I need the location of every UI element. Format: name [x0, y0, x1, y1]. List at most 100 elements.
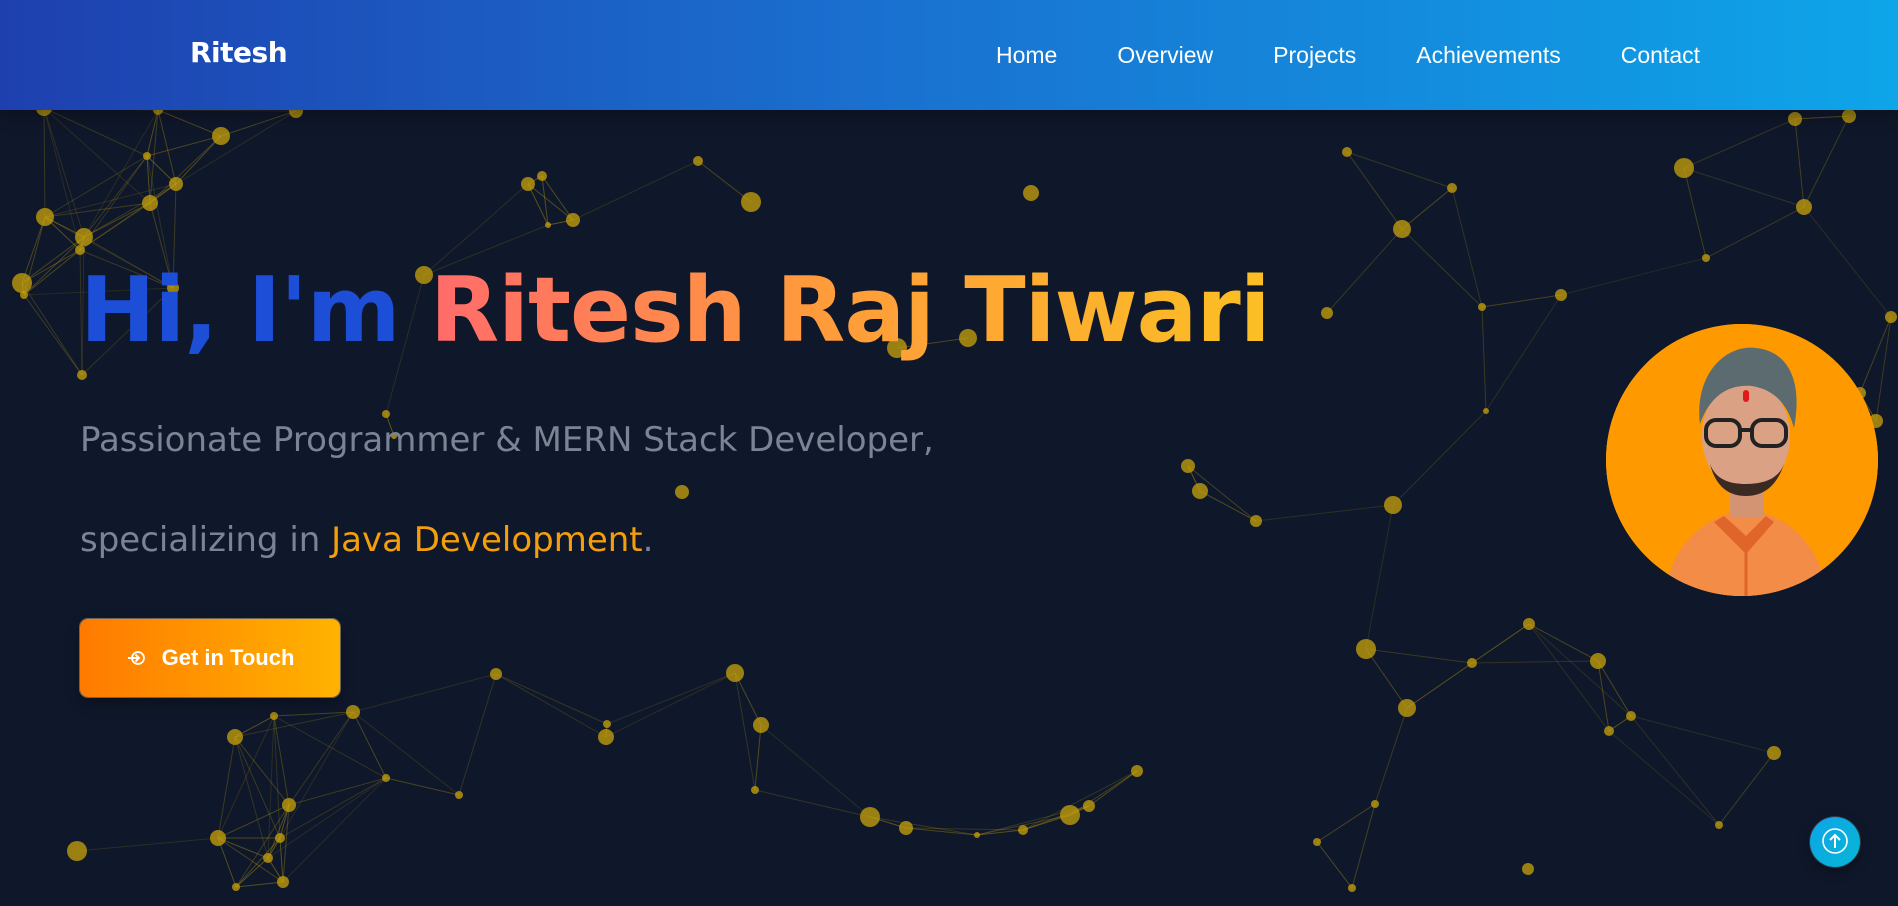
network-edge — [1069, 770, 1138, 816]
network-node — [1131, 765, 1143, 777]
network-edge — [1451, 187, 1483, 308]
network-edge — [1346, 151, 1403, 230]
network-node — [1767, 746, 1781, 760]
network-edge — [83, 155, 148, 238]
network-node — [1555, 289, 1567, 301]
network-edge — [1316, 841, 1353, 889]
network-node — [77, 370, 87, 380]
nav-link-overview[interactable]: Overview — [1117, 42, 1213, 69]
network-node — [1590, 653, 1606, 669]
network-edge — [1683, 167, 1805, 208]
network-edge — [76, 837, 219, 852]
network-edge — [1705, 206, 1805, 259]
network-edge — [1471, 660, 1599, 664]
network-node — [382, 774, 390, 782]
hero-tagline-line2: specializing in Java Development. — [80, 520, 653, 560]
nav-links: Home Overview Projects Achievements Cont… — [996, 0, 1700, 110]
network-edge — [1608, 730, 1720, 826]
network-edge — [1401, 187, 1453, 230]
nav-link-projects[interactable]: Projects — [1273, 42, 1356, 69]
network-node — [537, 171, 547, 181]
network-node — [490, 668, 502, 680]
nav-link-achievements[interactable]: Achievements — [1416, 42, 1560, 69]
network-node — [1702, 254, 1710, 262]
network-edge — [1365, 648, 1408, 709]
network-edge — [1326, 228, 1403, 314]
network-edge — [1199, 490, 1257, 522]
network-edge — [754, 789, 871, 818]
network-edge — [23, 249, 81, 296]
network-edge — [234, 736, 290, 806]
network-node — [263, 853, 273, 863]
network-node — [67, 841, 87, 861]
network-node — [1181, 459, 1195, 473]
network-node — [1626, 711, 1636, 721]
network-node — [169, 177, 183, 191]
network-edge — [1365, 648, 1473, 664]
network-node — [1447, 183, 1457, 193]
network-node — [598, 729, 614, 745]
hero-greeting: Hi, I'm — [80, 258, 430, 363]
network-edge — [1088, 770, 1138, 807]
site-logo[interactable]: Ritesh — [190, 36, 288, 69]
network-edge — [288, 777, 387, 806]
network-node — [693, 156, 703, 166]
network-edge — [1471, 623, 1530, 664]
network-node — [277, 876, 289, 888]
network-edge — [23, 294, 83, 376]
network-edge — [1803, 115, 1850, 208]
network-edge — [1346, 151, 1453, 189]
network-edge — [43, 107, 151, 204]
network-edge — [279, 837, 284, 883]
network-edge — [1794, 115, 1850, 120]
hero-tagline-line1: Passionate Programmer & MERN Stack Devel… — [80, 420, 934, 460]
network-node — [1018, 825, 1028, 835]
network-node — [899, 821, 913, 835]
network-edge — [1718, 752, 1775, 826]
network-edge — [352, 673, 497, 713]
profile-photo — [1606, 324, 1878, 596]
nav-link-home[interactable]: Home — [996, 42, 1057, 69]
arrow-right-circle-icon — [126, 647, 148, 669]
network-node — [741, 192, 761, 212]
network-node — [1356, 639, 1376, 659]
network-node — [455, 791, 463, 799]
network-node — [521, 177, 535, 191]
network-edge — [43, 107, 148, 157]
network-node — [1467, 658, 1477, 668]
network-edge — [527, 183, 574, 221]
tagline-suffix: . — [642, 520, 654, 560]
tagline-prefix: specializing in — [80, 520, 332, 560]
network-edge — [572, 160, 699, 221]
scroll-to-top-button[interactable] — [1810, 817, 1860, 867]
network-node — [1478, 303, 1486, 311]
network-edge — [1481, 294, 1562, 308]
network-edge — [23, 236, 85, 296]
network-edge — [495, 673, 607, 738]
network-edge — [976, 829, 1024, 836]
network-edge — [44, 202, 151, 218]
network-edge — [282, 777, 387, 883]
network-edge — [234, 711, 354, 738]
network-edge — [1481, 306, 1487, 412]
network-node — [1483, 408, 1489, 414]
network-edge — [1597, 660, 1632, 717]
get-in-touch-button[interactable]: Get in Touch — [80, 619, 340, 697]
network-edge — [754, 724, 762, 791]
network-edge — [458, 673, 497, 796]
network-node — [20, 291, 28, 299]
network-edge — [869, 816, 978, 836]
network-edge — [1803, 206, 1892, 318]
network-edge — [1859, 316, 1892, 394]
network-edge — [734, 672, 756, 791]
network-node — [36, 208, 54, 226]
network-node — [1788, 112, 1802, 126]
network-node — [232, 883, 240, 891]
nav-link-contact[interactable]: Contact — [1621, 42, 1700, 69]
network-edge — [1485, 294, 1562, 412]
network-node — [142, 195, 158, 211]
network-edge — [220, 110, 297, 137]
network-node — [1393, 220, 1411, 238]
network-node — [860, 807, 880, 827]
network-node — [227, 729, 243, 745]
